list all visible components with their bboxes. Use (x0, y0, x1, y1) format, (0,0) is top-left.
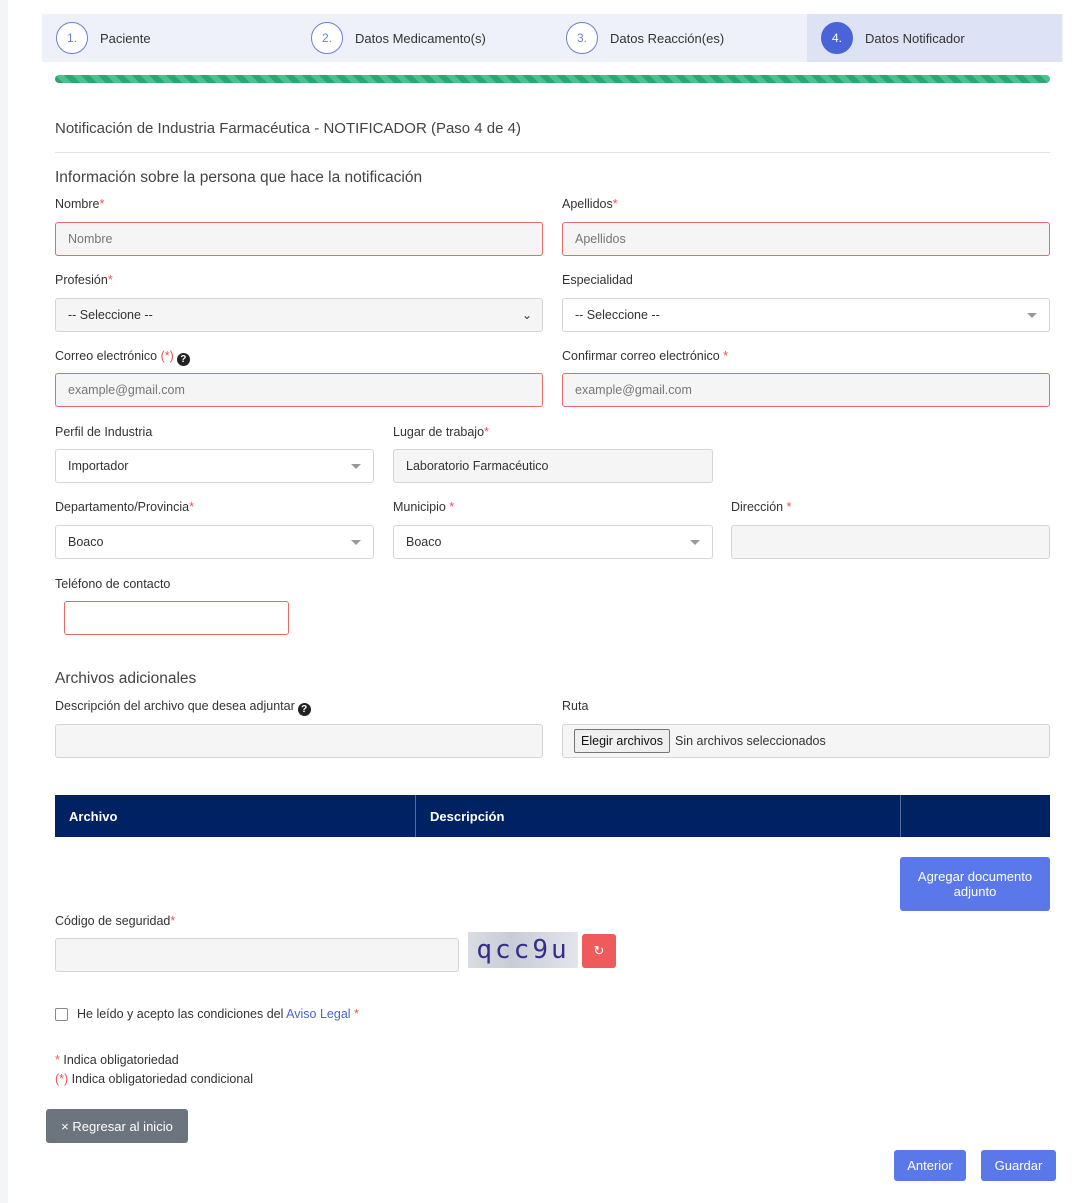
confirmar-correo-input[interactable]: example@gmail.com (562, 373, 1050, 407)
correo-input[interactable]: example@gmail.com (55, 373, 543, 407)
help-icon[interactable]: ? (176, 353, 190, 366)
section-title-files: Archivos adicionales (55, 670, 197, 687)
table-header-actions (901, 795, 1050, 837)
add-document-button[interactable]: Agregar documento adjunto (900, 857, 1050, 911)
apellidos-input[interactable]: Apellidos (562, 222, 1050, 256)
refresh-icon: ↻ (593, 943, 605, 958)
descripcion-archivo-input[interactable] (55, 724, 543, 758)
form-title: Notificación de Industria Farmacéutica -… (55, 120, 521, 137)
back-home-button[interactable]: × Regresar al inicio (46, 1109, 188, 1143)
caret-down-icon (1027, 313, 1037, 318)
step-number: 1. (56, 22, 88, 54)
descripcion-archivo-label: Descripción del archivo que desea adjunt… (55, 699, 311, 716)
captcha-image: qcc9u (468, 932, 578, 968)
direccion-label: Dirección * (731, 500, 792, 514)
refresh-captcha-button[interactable]: ↻ (582, 934, 616, 968)
step-paciente[interactable]: 1. Paciente (42, 14, 297, 62)
attachments-table-header: Archivo Descripción (55, 795, 1050, 837)
departamento-select[interactable]: Boaco (55, 525, 374, 559)
telefono-label: Teléfono de contacto (55, 577, 171, 591)
step-datos-reacciones[interactable]: 3. Datos Reacción(es) (552, 14, 807, 62)
aviso-legal-link[interactable]: Aviso Legal (286, 1007, 350, 1021)
save-button[interactable]: Guardar (981, 1150, 1056, 1181)
choose-files-button[interactable]: Elegir archivos (574, 729, 670, 753)
step-number: 4. (821, 22, 853, 54)
legal-checkbox[interactable] (55, 1008, 68, 1021)
profesion-select[interactable]: -- Seleccione -- ⌄ (55, 298, 543, 332)
progress-bar (55, 75, 1050, 83)
confirmar-correo-label: Confirmar correo electrónico * (562, 349, 729, 363)
divider (55, 152, 1050, 153)
ruta-label: Ruta (562, 699, 589, 713)
departamento-label: Departamento/Provincia* (55, 500, 194, 514)
telefono-input[interactable] (64, 601, 289, 635)
perfil-select[interactable]: Importador (55, 449, 374, 483)
no-files-text: Sin archivos seleccionados (674, 734, 826, 748)
note-required: * Indica obligatoriedad (55, 1053, 179, 1067)
perfil-label: Perfil de Industria (55, 425, 153, 439)
help-icon[interactable]: ? (297, 703, 311, 716)
profesion-label: Profesión* (55, 273, 113, 287)
note-conditional: (*) Indica obligatoriedad condicional (55, 1072, 254, 1086)
step-datos-medicamentos[interactable]: 2. Datos Medicamento(s) (297, 14, 552, 62)
wizard-stepper: 1. Paciente 2. Datos Medicamento(s) 3. D… (42, 14, 1063, 62)
step-label: Datos Medicamento(s) (355, 30, 486, 46)
step-label: Datos Notificador (865, 30, 965, 46)
nombre-label: Nombre* (55, 197, 105, 211)
section-title-person: Información sobre la persona que hace la… (55, 169, 423, 186)
security-code-input[interactable] (55, 938, 459, 972)
step-number: 3. (566, 22, 598, 54)
municipio-select[interactable]: Boaco (393, 525, 713, 559)
municipio-label: Municipio * (393, 500, 455, 514)
previous-button[interactable]: Anterior (894, 1150, 966, 1181)
step-number: 2. (311, 22, 343, 54)
step-label: Datos Reacción(es) (610, 30, 725, 46)
caret-down-icon (690, 540, 700, 545)
security-code-label: Código de seguridad* (55, 914, 176, 928)
table-header-archivo: Archivo (55, 795, 416, 837)
file-picker[interactable]: Elegir archivos Sin archivos seleccionad… (562, 724, 1050, 758)
lugar-input[interactable]: Laboratorio Farmacéutico (393, 449, 713, 483)
apellidos-label: Apellidos* (562, 197, 618, 211)
direccion-input[interactable] (731, 525, 1050, 559)
nombre-input[interactable]: Nombre (55, 222, 543, 256)
legal-text: He leído y acepto las condiciones del Av… (77, 1007, 359, 1021)
lugar-label: Lugar de trabajo* (393, 425, 489, 439)
caret-down-icon (351, 464, 361, 469)
caret-down-icon (351, 540, 361, 545)
chevron-down-icon: ⌄ (521, 308, 532, 322)
especialidad-label: Especialidad (562, 273, 633, 287)
correo-label: Correo electrónico (*)? (55, 349, 190, 366)
table-header-descripcion: Descripción (416, 795, 901, 837)
step-datos-notificador[interactable]: 4. Datos Notificador (807, 14, 1062, 62)
especialidad-select[interactable]: -- Seleccione -- (562, 298, 1050, 332)
step-label: Paciente (100, 30, 151, 46)
left-sidebar-edge (0, 0, 8, 1203)
